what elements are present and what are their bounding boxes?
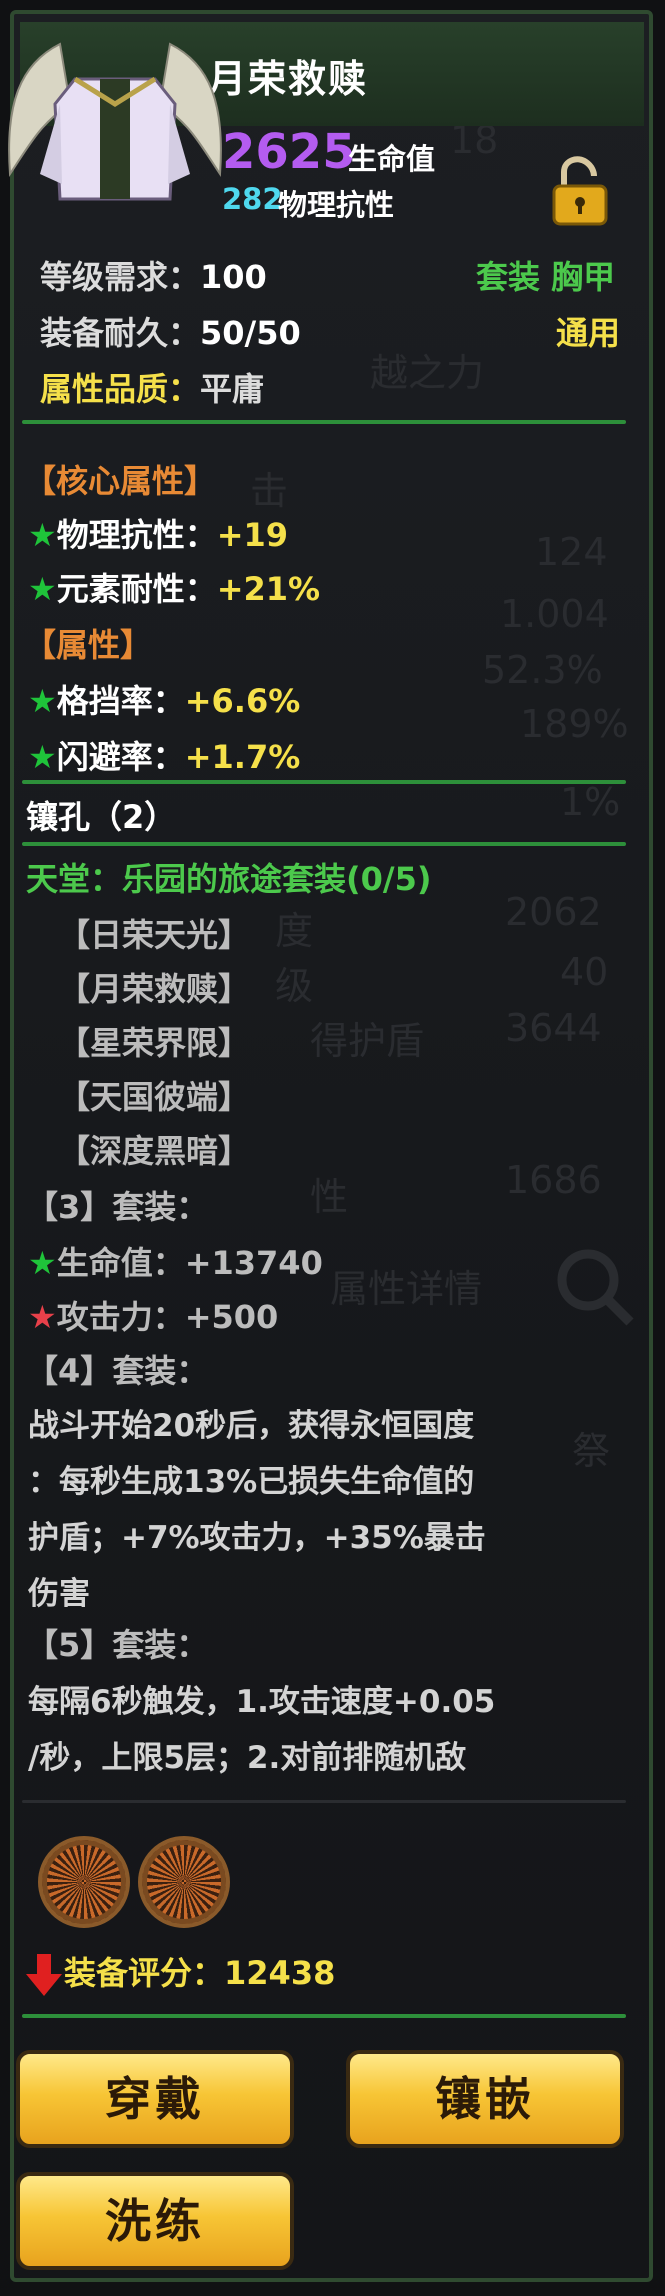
star-icon: ★ xyxy=(28,1244,57,1282)
core-attr-header: 【核心属性】 xyxy=(24,462,217,500)
winged-armor-icon xyxy=(8,42,222,201)
set-bonus-3-label: 【3】套装： xyxy=(26,1188,209,1226)
ghost-word: 得护盾 xyxy=(310,1019,425,1063)
stat-name: 物理抗性： xyxy=(56,516,217,554)
empty-socket[interactable] xyxy=(38,1836,130,1928)
divider xyxy=(22,780,626,784)
text-line: 每隔6秒触发，1.攻击速度+0.05 xyxy=(28,1684,496,1720)
divider xyxy=(22,420,626,424)
set-piece: 【月荣救赎】 xyxy=(58,970,251,1008)
empty-socket[interactable] xyxy=(138,1836,230,1928)
text-line: /秒，上限5层；2.对前排随机敌 xyxy=(28,1740,467,1776)
refine-button[interactable]: 洗练 xyxy=(16,2172,294,2270)
stat-name: 闪避率： xyxy=(56,738,185,776)
item-title: 月荣救赎 xyxy=(208,57,369,101)
level-value: 100 xyxy=(200,258,267,296)
text-line: 战斗开始20秒后，获得永恒国度 xyxy=(28,1408,475,1444)
usage-label: 通用 xyxy=(556,314,621,352)
divider xyxy=(22,842,626,846)
rating-value: 12438 xyxy=(224,1954,336,1992)
star-icon: ★ xyxy=(28,516,57,554)
star-icon: ★ xyxy=(28,570,57,608)
ghost-word: 性 xyxy=(310,1175,349,1219)
star-icon: ★ xyxy=(28,682,57,720)
ghost-word: 度 xyxy=(275,909,314,953)
rating-row: 装备评分：12438 xyxy=(24,1948,335,1998)
stat-name: 格挡率： xyxy=(56,682,185,720)
star-icon: ★ xyxy=(28,738,57,776)
set-bonus-5-text: 每隔6秒触发，1.攻击速度+0.05 /秒，上限5层；2.对前排随机敌 xyxy=(28,1674,608,1786)
quality-label: 属性品质： xyxy=(40,370,201,408)
set-piece: 【星荣界限】 xyxy=(58,1024,251,1062)
ghost-number: 52.3% xyxy=(482,648,603,692)
stat-value: +1.7% xyxy=(184,738,301,776)
set-bonus-5-label: 【5】套装： xyxy=(26,1626,209,1664)
ghost-number: 40 xyxy=(560,950,609,994)
attr-stat-row: ★格挡率：+6.6% xyxy=(28,676,300,722)
level-label: 等级需求： xyxy=(40,258,201,296)
hp-value: 2625 xyxy=(222,124,356,180)
stat-value: +6.6% xyxy=(184,682,301,720)
text-line: 伤害 xyxy=(28,1576,90,1612)
unlocked-padlock-icon[interactable] xyxy=(548,154,612,226)
wear-button[interactable]: 穿戴 xyxy=(16,2050,294,2148)
defense-label: 物理抗性 xyxy=(278,188,395,222)
set-bonus-line: ★生命值：+13740 xyxy=(28,1238,323,1284)
set-bonus-4-text: 战斗开始20秒后，获得永恒国度 ：每秒生成13%已损失生命值的 护盾；+7%攻击… xyxy=(28,1398,608,1622)
quality-value: 平庸 xyxy=(200,370,265,408)
hp-label: 生命值 xyxy=(348,142,436,176)
core-stat-row: ★物理抗性：+19 xyxy=(28,510,288,556)
quality-row: 属性品质：平庸 xyxy=(40,364,264,410)
ghost-number: 2062 xyxy=(505,890,602,934)
magnifier-icon xyxy=(557,1249,634,1326)
text-line: 护盾；+7%攻击力，+35%暴击 xyxy=(28,1520,486,1556)
socket-label: 镶孔（2） xyxy=(26,798,177,836)
set-piece: 【深度黑暗】 xyxy=(58,1132,251,1170)
divider xyxy=(22,2014,626,2018)
star-icon: ★ xyxy=(28,1298,57,1336)
set-piece: 【日荣天光】 xyxy=(58,916,251,954)
set-bonus-line: ★攻击力：+500 xyxy=(28,1292,278,1338)
ghost-word: 级 xyxy=(275,964,314,1008)
level-row: 等级需求：100 xyxy=(40,252,267,298)
divider xyxy=(22,1800,626,1803)
durability-label: 装备耐久： xyxy=(40,314,201,352)
durability-row: 装备耐久：50/50 xyxy=(40,308,301,354)
ghost-word: 越之力 xyxy=(370,351,485,395)
ghost-word: 属性详情 xyxy=(330,1267,483,1311)
ghost-number: 124 xyxy=(535,530,608,574)
inlay-button[interactable]: 镶嵌 xyxy=(346,2050,624,2148)
durability-value: 50/50 xyxy=(200,314,301,352)
bonus-text: 生命值：+13740 xyxy=(56,1244,323,1282)
down-arrow-icon xyxy=(26,1954,62,1996)
ghost-number: 189% xyxy=(520,702,629,746)
ghost-number: 1.004 xyxy=(500,592,609,636)
rating-label: 装备评分： xyxy=(64,1954,225,1992)
set-name: 天堂：乐园的旅途套装(0/5) xyxy=(26,860,432,898)
bonus-text: 攻击力：+500 xyxy=(56,1298,279,1336)
set-piece: 【天国彼端】 xyxy=(58,1078,251,1116)
set-bonus-4-label: 【4】套装： xyxy=(26,1352,209,1390)
core-stat-row: ★元素耐性：+21% xyxy=(28,564,320,610)
ghost-number: 1686 xyxy=(505,1158,602,1202)
defense-value: 282 xyxy=(222,182,283,216)
stat-value: +19 xyxy=(216,516,289,554)
attr-header: 【属性】 xyxy=(24,626,153,664)
stat-value: +21% xyxy=(216,570,321,608)
equip-type: 套装 胸甲 xyxy=(476,258,616,296)
attr-stat-row: ★闪避率：+1.7% xyxy=(28,732,300,778)
ghost-word: 击 xyxy=(250,469,289,513)
ghost-number: 1% xyxy=(560,780,621,824)
stat-name: 元素耐性： xyxy=(56,570,217,608)
ghost-number: 3644 xyxy=(505,1006,602,1050)
text-line: ：每秒生成13%已损失生命值的 xyxy=(28,1464,475,1500)
